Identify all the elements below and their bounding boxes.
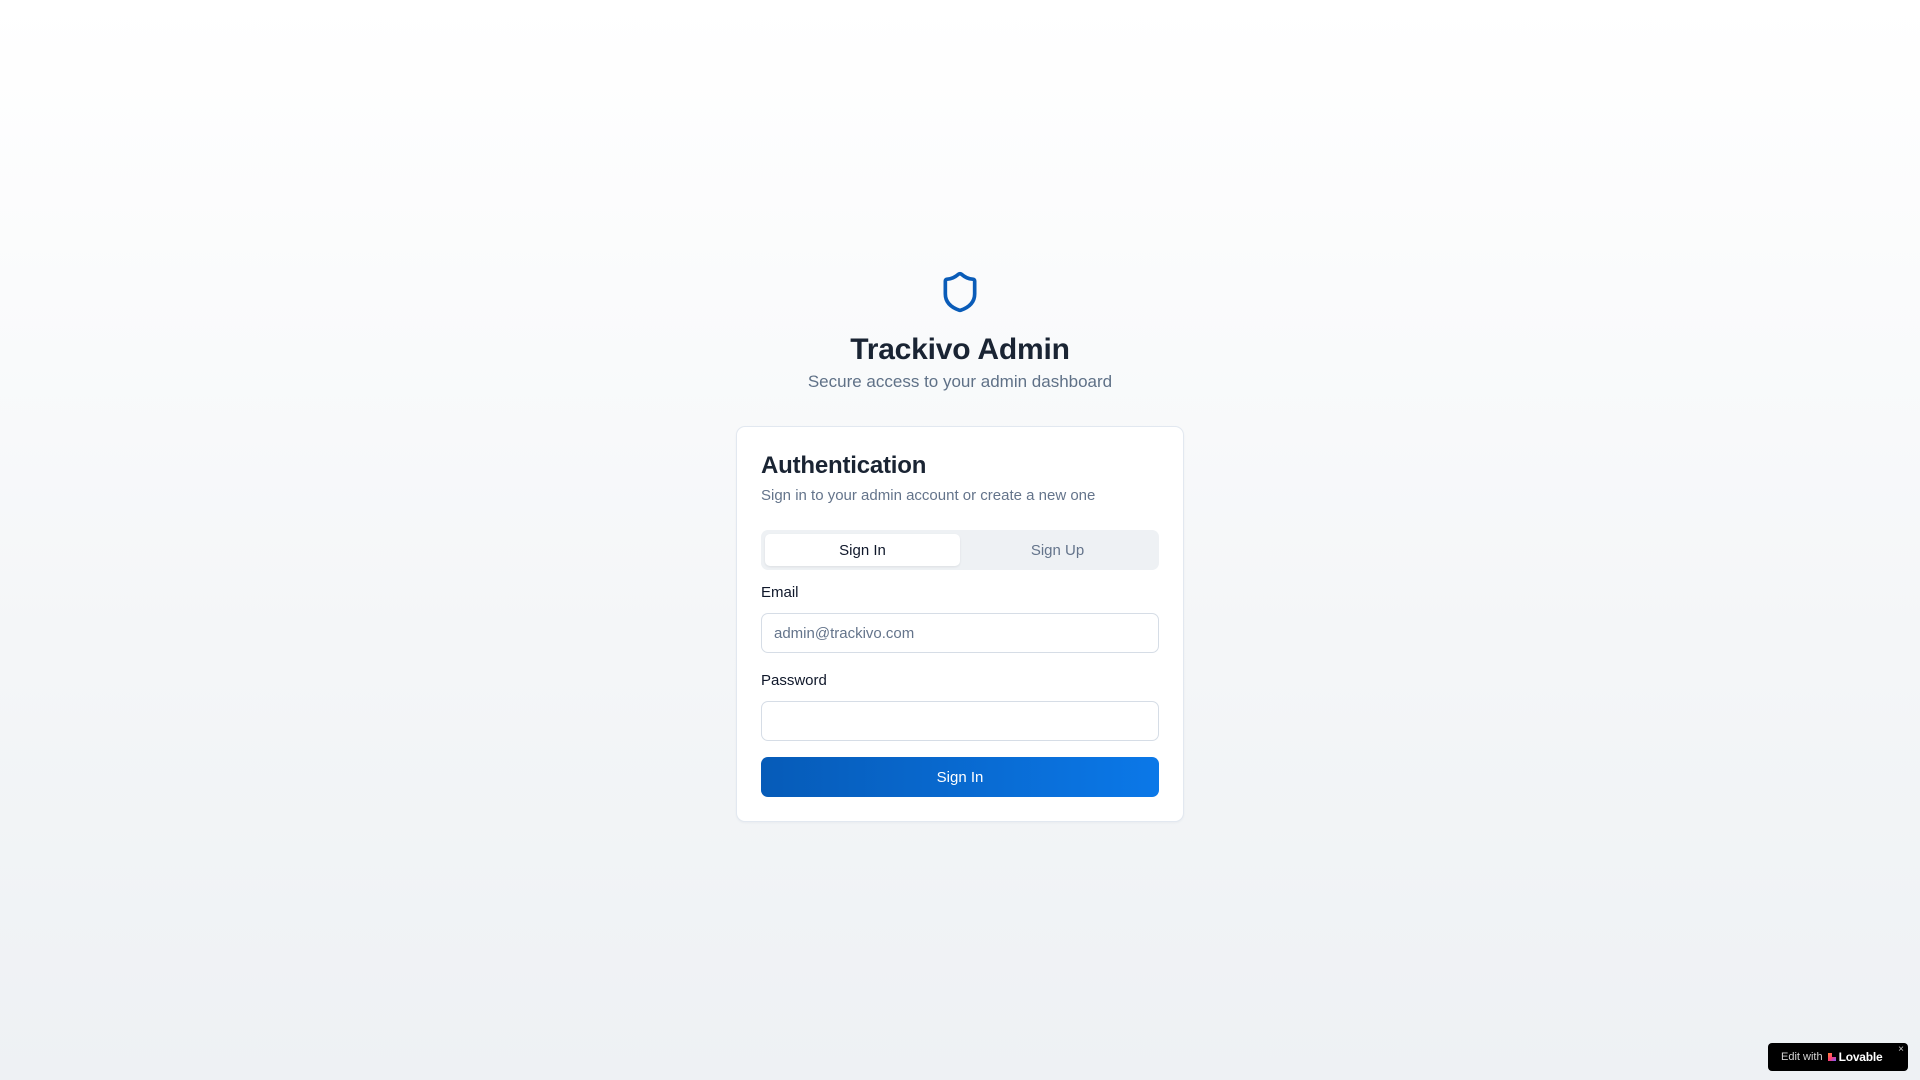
app-title: Trackivo Admin bbox=[850, 333, 1070, 366]
password-field[interactable] bbox=[761, 701, 1159, 741]
email-label: Email bbox=[761, 584, 799, 601]
auth-card: Authentication Sign in to your admin acc… bbox=[736, 426, 1184, 822]
badge-brand: Lovable bbox=[1838, 1050, 1883, 1064]
auth-container: Trackivo Admin Secure access to your adm… bbox=[736, 268, 1184, 822]
sign-in-button[interactable]: Sign In bbox=[761, 757, 1159, 797]
app-subtitle: Secure access to your admin dashboard bbox=[807, 372, 1113, 391]
auth-tabs: Sign In Sign Up bbox=[761, 530, 1159, 570]
badge-close-icon[interactable]: × bbox=[1898, 1044, 1904, 1055]
brand-header: Trackivo Admin Secure access to your adm… bbox=[736, 268, 1184, 394]
shield-icon bbox=[943, 271, 977, 313]
tab-sign-in[interactable]: Sign In bbox=[765, 534, 960, 566]
tab-sign-up[interactable]: Sign Up bbox=[960, 534, 1155, 566]
edit-with-lovable-badge[interactable]: Edit with Lovable × bbox=[1768, 1043, 1908, 1071]
card-title: Authentication bbox=[761, 452, 927, 479]
badge-prefix: Edit with bbox=[1781, 1051, 1823, 1063]
lovable-heart-icon bbox=[1827, 1053, 1836, 1061]
password-label: Password bbox=[761, 672, 827, 689]
email-field[interactable] bbox=[761, 613, 1159, 653]
card-description: Sign in to your admin account or create … bbox=[761, 487, 1096, 504]
